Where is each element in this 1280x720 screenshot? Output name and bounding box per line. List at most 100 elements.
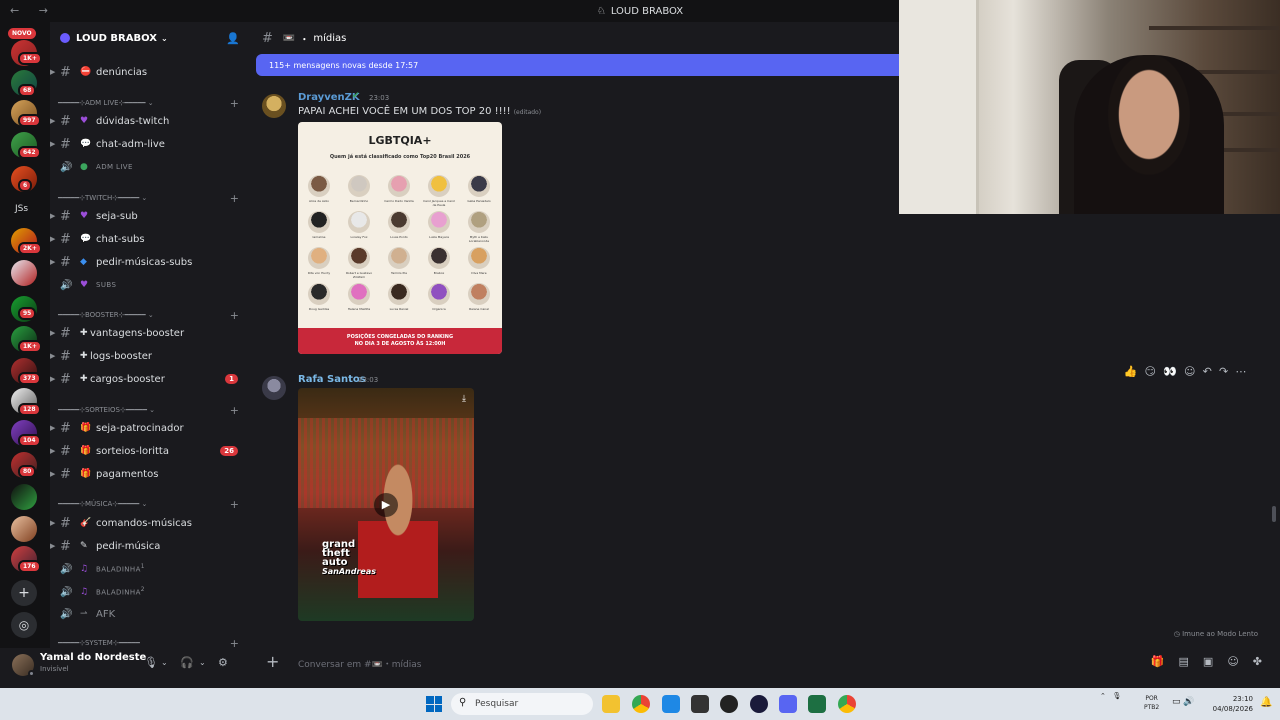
invite-people-icon[interactable]: 👤 (226, 32, 240, 45)
category-label: ━━━━━⊹ADM LIVE⊹━━━━━ ⌄ (58, 99, 154, 107)
forward-icon[interactable]: ↷ (1219, 365, 1228, 378)
eyes-reaction-icon[interactable]: 👀 (1163, 365, 1177, 378)
channel-denuncias[interactable]: ▶ # ⛔ denúncias (50, 62, 250, 82)
apps-icon[interactable]: ✤ (1253, 655, 1262, 668)
discover-icon[interactable]: ◎ (11, 612, 37, 638)
network-volume-icons[interactable]: ▭ 🔊 (1172, 697, 1195, 707)
add-server-icon[interactable]: + (11, 580, 37, 606)
category-booster[interactable]: ━━━━━⊹BOOSTER⊹━━━━━ ⌄ + (58, 308, 243, 322)
message-author[interactable]: DrayvenZK (298, 92, 360, 103)
channel-pedir-musica[interactable]: ▶ # ✎ pedir-música (50, 536, 250, 556)
channel-seja-patrocinador[interactable]: ▶ # 🎁 seja-patrocinador (50, 418, 250, 438)
avatar[interactable] (262, 94, 286, 118)
app-icon[interactable] (662, 695, 680, 713)
language-indicator[interactable]: POR PTB2 (1144, 694, 1159, 712)
app-icon[interactable] (691, 695, 709, 713)
taskbar-clock[interactable]: 23:10 04/08/2026 (1205, 694, 1253, 714)
play-icon[interactable]: ▶ (374, 493, 398, 517)
channel-logs-booster[interactable]: ▶ # ✚ logs-booster (50, 346, 250, 366)
server-text-icon[interactable]: JSs (15, 204, 28, 214)
add-channel-icon[interactable]: + (230, 404, 239, 417)
obs-icon[interactable] (720, 695, 738, 713)
category-system[interactable]: ━━━━━⊹SYSTEM⊹━━━━━ + (58, 636, 243, 649)
streamer (1074, 55, 1224, 214)
gift-icon[interactable]: 🎁 (1151, 655, 1165, 668)
channel-vantagens-booster[interactable]: ▶ # ✚ vantagens-booster (50, 323, 250, 343)
add-channel-icon[interactable]: + (230, 192, 239, 205)
system-tray[interactable]: ⌃ 🎙 (1100, 692, 1121, 700)
add-channel-icon[interactable]: + (230, 498, 239, 511)
gif-icon[interactable]: ▤ (1179, 655, 1189, 668)
channel-seja-sub[interactable]: ▶ # ♥ seja-sub (50, 206, 250, 226)
server-icon-15[interactable] (11, 516, 37, 542)
category-label: ━━━━━⊹SYSTEM⊹━━━━━ (58, 639, 140, 647)
add-attachment-icon[interactable]: + (266, 652, 279, 671)
microphone-icon[interactable]: 🎙 (144, 656, 158, 669)
channel-comandos-musicas[interactable]: ▶ # 🎸 comandos-músicas (50, 513, 250, 533)
channel-chat-subs[interactable]: ▶ # 💬 chat-subs (50, 229, 250, 249)
ranking-person-photo (388, 211, 410, 233)
channel-duvidas-twitch[interactable]: ▶ # ♥ dúvidas-twitch (50, 111, 250, 131)
channel-pagamentos[interactable]: ▶ # 🎁 pagamentos (50, 464, 250, 484)
channel-sorteios-loritta[interactable]: ▶ # 🎁 sorteios-loritta 26 (50, 441, 250, 461)
voice-channel-adm-live[interactable]: 🔊 ● ADM LIVE (50, 157, 250, 177)
purple-heart-icon: ♥ (80, 116, 89, 126)
category-musica[interactable]: ━━━━━⊹MÚSICA⊹━━━━━ ⌄ + (58, 497, 243, 511)
gear-icon[interactable]: ⚙ (218, 656, 228, 669)
voice-channel-subs[interactable]: 🔊 ♥ SUBS (50, 275, 250, 295)
notifications-icon[interactable]: 🔔 (1260, 697, 1272, 708)
chrome-icon[interactable] (632, 695, 650, 713)
voice-channel-afk[interactable]: 🔊 ⇀ AFK (50, 604, 250, 624)
sticker-icon[interactable]: ▣ (1203, 655, 1213, 668)
add-reaction-icon[interactable]: ☺ (1184, 365, 1195, 378)
user-name[interactable]: Yamal do Nordeste (40, 652, 146, 663)
more-options-icon[interactable]: ⋯ (1235, 365, 1246, 378)
back-forward-arrows-icon[interactable]: ← → (10, 4, 56, 17)
file-explorer-icon[interactable] (602, 695, 620, 713)
scrollbar[interactable] (1272, 506, 1276, 522)
channel-chat-adm-live[interactable]: ▶ # 💬 chat-adm-live (50, 134, 250, 154)
taskbar-search[interactable]: ⚲ Pesquisar (451, 693, 593, 715)
headphones-icon[interactable]: 🎧 (180, 656, 194, 669)
vhs-icon: 📼 (282, 32, 296, 44)
reply-icon[interactable]: ↶ (1203, 365, 1212, 378)
avatar[interactable] (262, 376, 286, 400)
chevron-down-icon[interactable]: ⌄ (161, 658, 168, 667)
channel-pedir-musicas-subs[interactable]: ▶ # ◆ pedir-músicas-subs (50, 252, 250, 272)
add-channel-icon[interactable]: + (230, 97, 239, 110)
message-input[interactable]: Conversar em #📼・mídias (298, 657, 421, 670)
windows-start-icon[interactable] (426, 696, 442, 712)
hash-icon: # (60, 443, 71, 459)
server-header[interactable]: LOUD BRABOX ⌄ 👤 (50, 22, 250, 54)
channel-cargos-booster[interactable]: ▶ # ✚ cargos-booster 1 (50, 369, 250, 389)
chevron-down-icon[interactable]: ⌄ (199, 658, 206, 667)
add-channel-icon[interactable]: + (230, 309, 239, 322)
add-channel-icon[interactable]: + (230, 637, 239, 649)
ranking-person-photo (468, 283, 490, 305)
smirk-reaction-icon[interactable]: 😏 (1144, 365, 1155, 378)
excel-icon[interactable] (808, 695, 826, 713)
ranking-image-attachment[interactable]: LGBTQIA+ Quem já está classificado como … (298, 122, 502, 354)
hash-icon: # (60, 371, 71, 387)
discord-icon[interactable] (779, 695, 797, 713)
download-icon[interactable]: ⤓ (462, 394, 466, 404)
server-badge: 95 (18, 307, 37, 320)
emoji-icon[interactable]: ☺ (1227, 655, 1238, 668)
server-rail: NOVO 1K+ 68 997 642 6 JSs 2K+ 95 1K+ 373… (0, 22, 50, 648)
server-icon-14[interactable] (11, 484, 37, 510)
app-icon[interactable] (750, 695, 768, 713)
new-messages-banner[interactable]: 115+ mensagens novas desde 17:57 (256, 54, 899, 76)
category-twitch[interactable]: ━━━━━⊹TWITCH⊹━━━━━ ⌄ + (58, 191, 243, 205)
thumbs-up-reaction-icon[interactable]: 👍 (1124, 365, 1138, 378)
chevron-right-icon: ▶ (50, 117, 56, 125)
hash-icon: # (60, 231, 71, 247)
voice-channel-baladinha-1[interactable]: 🔊 ♫ BALADINHA1 (50, 559, 250, 579)
chrome-icon[interactable] (838, 695, 856, 713)
server-icon-7[interactable] (11, 260, 37, 286)
category-sorteios[interactable]: ━━━━━⊹SORTEIOS⊹━━━━━ ⌄ + (58, 403, 243, 417)
voice-channel-baladinha-2[interactable]: 🔊 ♫ BALADINHA2 (50, 582, 250, 602)
category-adm-live[interactable]: ━━━━━⊹ADM LIVE⊹━━━━━ ⌄ + (58, 96, 243, 110)
message-author[interactable]: Rafa Santos (298, 374, 366, 385)
video-attachment[interactable]: ▶ grand theft auto SanAndreas ⤓ (298, 388, 474, 621)
hash-icon: # (60, 466, 71, 482)
